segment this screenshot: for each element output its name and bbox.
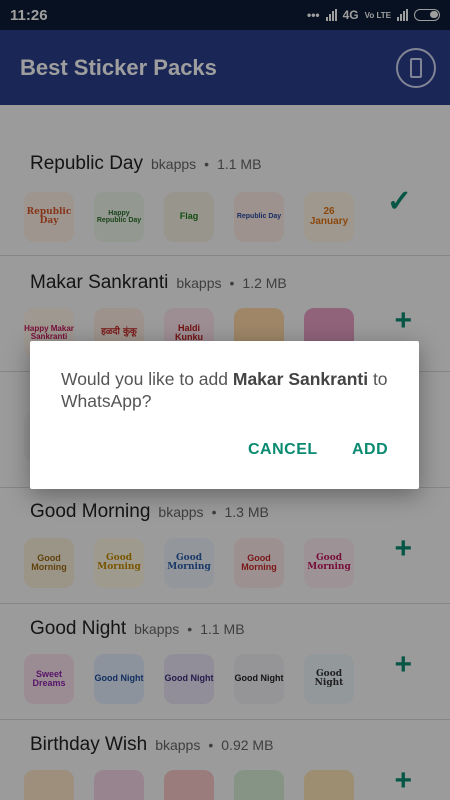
cancel-button[interactable]: CANCEL [248, 441, 318, 459]
dialog-pack-name: Makar Sankranti [232, 369, 369, 389]
add-button[interactable]: ADD [352, 441, 388, 459]
dialog-message: Would you like to add Makar Sankranti to… [61, 369, 388, 411]
add-to-whatsapp-dialog: Would you like to add Makar Sankranti to… [30, 341, 419, 489]
